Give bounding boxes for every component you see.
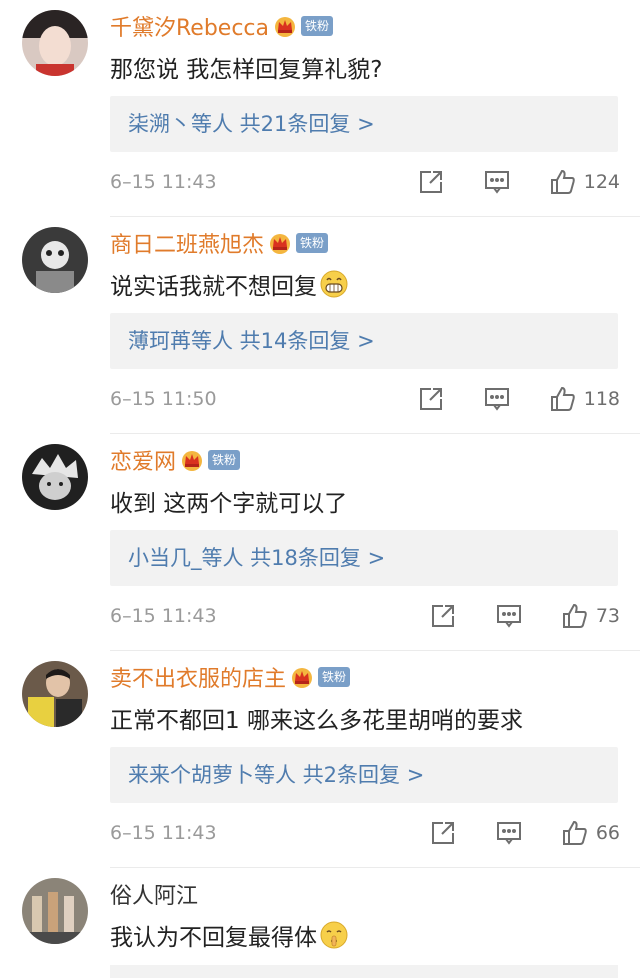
reply-icon[interactable] <box>496 820 522 846</box>
fan-badge: 铁粉 <box>296 233 329 253</box>
replies-link[interactable] <box>110 965 618 978</box>
replies-link[interactable]: 薄珂苒等人 共14条回复 > <box>110 313 618 369</box>
comment-item: 俗人阿江 我认为不回复最得体 <box>0 868 640 978</box>
comment-text: 收到 这两个字就可以了 <box>110 484 347 518</box>
comment-text-content: 我认为不回复最得体 <box>110 925 317 951</box>
timestamp: 6–15 11:43 <box>110 171 217 193</box>
timestamp: 6–15 11:43 <box>110 822 217 844</box>
crown-icon <box>290 666 314 688</box>
like-count: 118 <box>583 388 620 410</box>
username[interactable]: 商日二班燕旭杰 <box>110 227 264 259</box>
thumbs-up-icon[interactable] <box>550 386 576 412</box>
thumbs-up-icon[interactable] <box>562 603 588 629</box>
crown-icon <box>273 15 297 37</box>
comment-item: 千黛汐Rebecca 铁粉 那您说 我怎样回复算礼貌? 柒溯丶等人 共21条回复… <box>0 0 640 217</box>
like-count: 124 <box>583 171 620 193</box>
share-icon[interactable] <box>430 820 456 846</box>
comment-meta: 6–15 11:43 73 <box>110 601 620 631</box>
comment-text-content: 说实话我就不想回复 <box>110 274 317 300</box>
share-icon[interactable] <box>418 386 444 412</box>
comment-meta: 6–15 11:43 66 <box>110 818 620 848</box>
crown-icon <box>180 449 204 471</box>
crown-icon <box>268 232 292 254</box>
comment-text-content: 收到 这两个字就可以了 <box>110 491 348 517</box>
reply-icon[interactable] <box>484 169 510 195</box>
comment-text: 说实话我就不想回复 <box>110 267 349 301</box>
username[interactable]: 千黛汐Rebecca <box>110 10 269 42</box>
avatar[interactable] <box>22 661 88 727</box>
comment-feed: 千黛汐Rebecca 铁粉 那您说 我怎样回复算礼貌? 柒溯丶等人 共21条回复… <box>0 0 640 978</box>
hush-emoji-icon <box>319 920 349 950</box>
username[interactable]: 俗人阿江 <box>110 878 198 910</box>
avatar[interactable] <box>22 878 88 944</box>
comment-text: 正常不都回1 哪来这么多花里胡哨的要求 <box>110 701 523 735</box>
comment-meta: 6–15 11:50 118 <box>110 384 620 414</box>
reply-icon[interactable] <box>484 386 510 412</box>
avatar[interactable] <box>22 227 88 293</box>
avatar[interactable] <box>22 10 88 76</box>
share-icon[interactable] <box>430 603 456 629</box>
comment-meta: 6–15 11:43 124 <box>110 167 620 197</box>
timestamp: 6–15 11:43 <box>110 605 217 627</box>
comment-text-content: 正常不都回1 哪来这么多花里胡哨的要求 <box>110 708 523 734</box>
comment-item: 商日二班燕旭杰 铁粉 说实话我就不想回复 薄珂苒等人 共14条回复 > 6–15… <box>0 217 640 434</box>
comment-text: 那您说 我怎样回复算礼貌? <box>110 50 383 84</box>
replies-link[interactable]: 来来个胡萝卜等人 共2条回复 > <box>110 747 618 803</box>
reply-icon[interactable] <box>496 603 522 629</box>
comment-item: 恋爱网 铁粉 收到 这两个字就可以了 小当几_等人 共18条回复 > 6–15 … <box>0 434 640 651</box>
share-icon[interactable] <box>418 169 444 195</box>
replies-link[interactable]: 柒溯丶等人 共21条回复 > <box>110 96 618 152</box>
fan-badge: 铁粉 <box>301 16 334 36</box>
username[interactable]: 卖不出衣服的店主 <box>110 661 286 693</box>
timestamp: 6–15 11:50 <box>110 388 217 410</box>
comment-item: 卖不出衣服的店主 铁粉 正常不都回1 哪来这么多花里胡哨的要求 来来个胡萝卜等人… <box>0 651 640 868</box>
comment-text: 我认为不回复最得体 <box>110 918 349 952</box>
like-count: 66 <box>595 822 620 844</box>
thumbs-up-icon[interactable] <box>562 820 588 846</box>
username[interactable]: 恋爱网 <box>110 444 176 476</box>
grin-emoji-icon <box>319 269 349 299</box>
fan-badge: 铁粉 <box>318 667 351 687</box>
replies-link[interactable]: 小当几_等人 共18条回复 > <box>110 530 618 586</box>
fan-badge: 铁粉 <box>208 450 241 470</box>
thumbs-up-icon[interactable] <box>550 169 576 195</box>
avatar[interactable] <box>22 444 88 510</box>
comment-text-content: 那您说 我怎样回复算礼貌? <box>110 57 383 83</box>
like-count: 73 <box>595 605 620 627</box>
